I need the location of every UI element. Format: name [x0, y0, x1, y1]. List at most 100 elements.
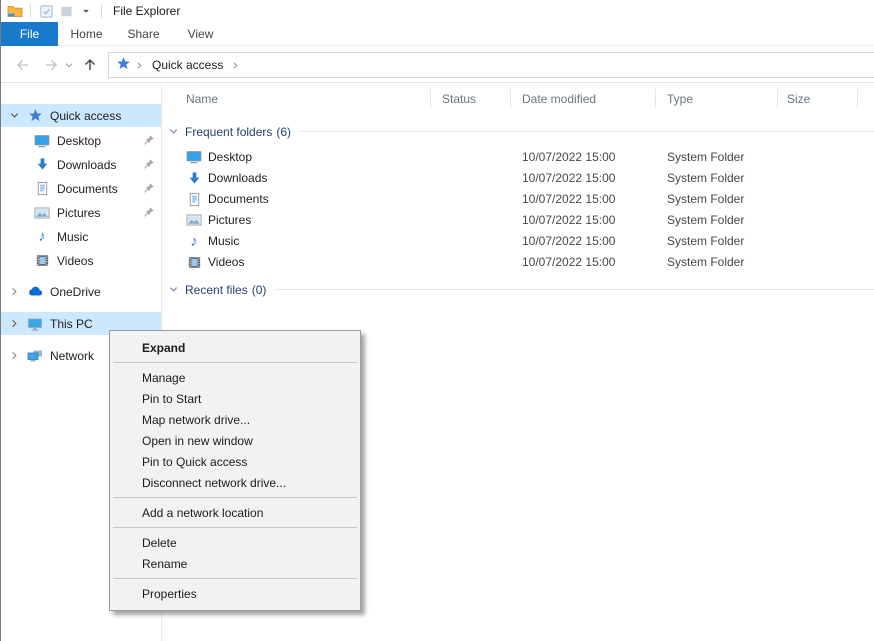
- file-name: Desktop: [208, 150, 252, 164]
- pin-icon: [143, 206, 155, 218]
- file-name: Music: [208, 234, 239, 248]
- file-row-documents[interactable]: Documents 10/07/2022 15:00 System Folder: [162, 189, 874, 210]
- desktop-icon: [186, 149, 202, 165]
- chevron-down-icon: [168, 284, 179, 295]
- column-header-status[interactable]: Status: [442, 92, 476, 108]
- navigation-bar: Quick access: [1, 46, 874, 83]
- file-row-music[interactable]: ♪ Music 10/07/2022 15:00 System Folder: [162, 231, 874, 252]
- file-row-pictures[interactable]: Pictures 10/07/2022 15:00 System Folder: [162, 210, 874, 231]
- menu-item-open-in-new-window[interactable]: Open in new window: [110, 430, 360, 451]
- column-header-type[interactable]: Type: [667, 92, 693, 108]
- file-type: System Folder: [667, 255, 744, 269]
- menu-item-expand[interactable]: Expand: [110, 337, 360, 358]
- sidebar-item-label: Network: [50, 349, 94, 363]
- group-header-recent-files[interactable]: Recent files (0): [168, 281, 874, 298]
- pin-icon: [143, 158, 155, 170]
- recent-locations-caret[interactable]: [62, 55, 76, 75]
- file-name: Documents: [208, 192, 269, 206]
- desktop-icon: [34, 133, 50, 149]
- file-name: Pictures: [208, 213, 251, 227]
- quick-access-star-icon: [116, 56, 131, 74]
- network-icon: [27, 348, 43, 364]
- group-label: Recent files: [185, 283, 248, 297]
- file-date-modified: 10/07/2022 15:00: [522, 171, 615, 185]
- file-explorer-window: File Explorer File Home Share View Quic: [0, 0, 874, 641]
- column-header-size[interactable]: Size: [787, 92, 810, 108]
- file-type: System Folder: [667, 150, 744, 164]
- menu-item-map-network-drive[interactable]: Map network drive...: [110, 409, 360, 430]
- column-divider[interactable]: [777, 89, 778, 108]
- up-button[interactable]: [80, 55, 100, 75]
- chevron-right-icon[interactable]: [7, 318, 21, 329]
- menu-item-manage[interactable]: Manage: [110, 367, 360, 388]
- file-row-desktop[interactable]: Desktop 10/07/2022 15:00 System Folder: [162, 147, 874, 168]
- column-divider[interactable]: [510, 89, 511, 108]
- pin-icon: [143, 182, 155, 194]
- properties-qat-button[interactable]: [36, 2, 56, 20]
- file-type: System Folder: [667, 192, 744, 206]
- sidebar-item-desktop[interactable]: Desktop: [1, 129, 161, 152]
- chevron-right-icon[interactable]: [7, 350, 21, 361]
- address-bar[interactable]: Quick access: [108, 52, 874, 78]
- title-bar: File Explorer: [1, 0, 874, 22]
- group-count: (0): [252, 283, 267, 297]
- breadcrumb-chevron-icon[interactable]: [231, 61, 240, 70]
- sidebar-item-pictures[interactable]: Pictures: [1, 201, 161, 224]
- quick-access-star-icon: [27, 108, 43, 124]
- back-button[interactable]: [13, 55, 33, 75]
- customize-qat-caret-icon[interactable]: [76, 2, 96, 20]
- group-header-frequent-folders[interactable]: Frequent folders (6): [168, 123, 874, 140]
- tab-home[interactable]: Home: [58, 22, 115, 46]
- downloads-icon: [186, 170, 202, 186]
- tab-view[interactable]: View: [172, 22, 229, 46]
- menu-item-pin-to-quick-access[interactable]: Pin to Quick access: [110, 451, 360, 472]
- pin-icon: [143, 134, 155, 146]
- column-divider[interactable]: [655, 89, 656, 108]
- menu-separator: [113, 362, 357, 363]
- column-divider[interactable]: [857, 89, 858, 108]
- new-folder-qat-button[interactable]: [56, 2, 76, 20]
- group-rule: [300, 131, 874, 132]
- chevron-right-icon[interactable]: [7, 286, 21, 297]
- column-header-name[interactable]: Name: [186, 92, 218, 108]
- sidebar-item-downloads[interactable]: Downloads: [1, 153, 161, 176]
- sidebar-item-onedrive[interactable]: OneDrive: [1, 280, 161, 303]
- sidebar-item-label: Quick access: [50, 109, 121, 123]
- file-row-videos[interactable]: Videos 10/07/2022 15:00 System Folder: [162, 252, 874, 273]
- menu-separator: [113, 578, 357, 579]
- sidebar-item-label: Videos: [57, 254, 93, 268]
- sidebar-item-documents[interactable]: Documents: [1, 177, 161, 200]
- group-count: (6): [276, 125, 291, 139]
- chevron-down-icon: [168, 126, 179, 137]
- file-type: System Folder: [667, 171, 744, 185]
- sidebar-item-quick-access[interactable]: Quick access: [1, 104, 161, 127]
- sidebar-item-music[interactable]: ♪ Music: [1, 225, 161, 248]
- music-icon: ♪: [34, 229, 50, 245]
- tab-file[interactable]: File: [1, 22, 58, 46]
- file-row-downloads[interactable]: Downloads 10/07/2022 15:00 System Folder: [162, 168, 874, 189]
- divider: [101, 4, 102, 18]
- column-divider[interactable]: [430, 89, 431, 108]
- documents-icon: [186, 191, 202, 207]
- tab-share[interactable]: Share: [115, 22, 172, 46]
- forward-button[interactable]: [41, 55, 61, 75]
- chevron-down-icon[interactable]: [7, 110, 21, 121]
- breadcrumb-chevron-icon[interactable]: [135, 61, 144, 70]
- context-menu: Expand Manage Pin to Start Map network d…: [109, 330, 361, 611]
- documents-icon: [34, 181, 50, 197]
- onedrive-cloud-icon: [27, 284, 43, 300]
- sidebar-item-label: This PC: [50, 317, 93, 331]
- menu-item-pin-to-start[interactable]: Pin to Start: [110, 388, 360, 409]
- column-header-date-modified[interactable]: Date modified: [522, 92, 596, 108]
- file-type: System Folder: [667, 234, 744, 248]
- menu-item-properties[interactable]: Properties: [110, 583, 360, 604]
- menu-item-disconnect-network-drive[interactable]: Disconnect network drive...: [110, 472, 360, 493]
- file-date-modified: 10/07/2022 15:00: [522, 213, 615, 227]
- menu-item-rename[interactable]: Rename: [110, 553, 360, 574]
- sidebar-item-videos[interactable]: Videos: [1, 249, 161, 272]
- breadcrumb-segment[interactable]: Quick access: [148, 58, 227, 72]
- menu-item-delete[interactable]: Delete: [110, 532, 360, 553]
- menu-item-add-network-location[interactable]: Add a network location: [110, 502, 360, 523]
- menu-separator: [113, 497, 357, 498]
- divider: [30, 4, 31, 18]
